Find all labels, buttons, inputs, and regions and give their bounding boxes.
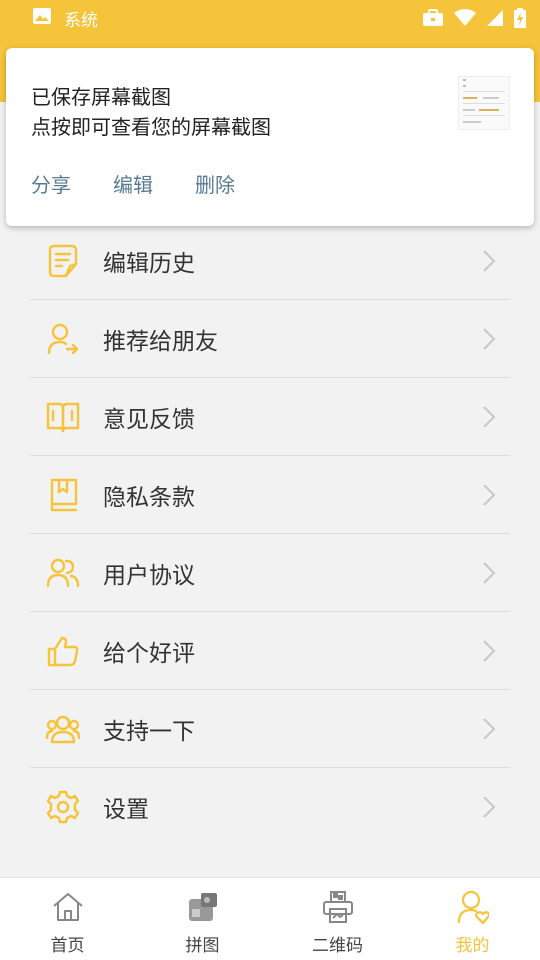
share-action[interactable]: 分享 <box>31 169 71 198</box>
nav-qrcode[interactable]: 二维码 <box>270 878 405 960</box>
menu-item-privacy[interactable]: 隐私条款 <box>30 456 510 534</box>
share-user-icon <box>46 322 80 356</box>
group-icon <box>46 712 80 746</box>
users-icon <box>46 556 80 590</box>
feedback-book-icon <box>46 400 80 434</box>
image-icon <box>32 7 52 30</box>
menu-item-label: 设置 <box>103 797 149 823</box>
menu-item-label: 意见反馈 <box>103 406 195 433</box>
battery-icon <box>514 8 526 28</box>
status-app-name: 系统 <box>64 10 98 31</box>
bookmark-book-icon <box>46 478 80 512</box>
notification-title: 已保存屏幕截图 <box>31 85 171 109</box>
menu-item-rate[interactable]: 给个好评 <box>30 612 510 690</box>
chevron-right-icon <box>483 483 496 506</box>
menu-item-label: 支持一下 <box>103 718 195 745</box>
nav-mine-label: 我的 <box>455 936 490 956</box>
qr-print-icon <box>321 890 355 924</box>
chevron-right-icon <box>483 796 496 818</box>
menu-item-settings[interactable]: 设置 <box>30 768 510 846</box>
menu-item-edit-history[interactable]: 编辑历史 <box>30 222 510 300</box>
nav-home[interactable]: 首页 <box>0 878 135 960</box>
user-heart-icon <box>456 890 490 924</box>
signal-icon <box>486 9 504 27</box>
thumbs-up-icon <box>46 634 80 668</box>
status-bar: 系统 <box>0 0 540 36</box>
chevron-right-icon <box>483 249 496 272</box>
menu-item-label: 编辑历史 <box>103 250 195 277</box>
menu-item-recommend[interactable]: 推荐给朋友 <box>30 300 510 378</box>
menu-item-label: 用户协议 <box>103 562 195 589</box>
edit-document-icon <box>46 244 80 278</box>
menu-item-label: 给个好评 <box>103 640 195 667</box>
nav-qrcode-label: 二维码 <box>312 936 363 956</box>
menu-item-label: 隐私条款 <box>103 484 195 511</box>
wifi-icon <box>454 9 476 27</box>
chevron-right-icon <box>483 561 496 584</box>
chevron-right-icon <box>483 639 496 662</box>
edit-action[interactable]: 编辑 <box>113 169 153 198</box>
nav-home-label: 首页 <box>50 936 85 956</box>
bottom-navigation: 首页 拼图 二维码 我的 <box>0 877 540 960</box>
menu-item-label: 推荐给朋友 <box>103 328 218 355</box>
status-icons <box>422 8 526 28</box>
screenshot-notification[interactable]: 已保存屏幕截图 点按即可查看您的屏幕截图 分享 编辑 删除 <box>6 48 534 226</box>
status-app: 系统 <box>32 6 98 31</box>
menu-item-user-agreement[interactable]: 用户协议 <box>30 534 510 612</box>
nav-puzzle[interactable]: 拼图 <box>135 878 270 960</box>
gear-icon <box>46 790 80 824</box>
home-icon <box>51 890 85 924</box>
menu-item-support[interactable]: 支持一下 <box>30 690 510 768</box>
briefcase-icon <box>422 9 444 27</box>
screenshot-thumbnail[interactable] <box>458 76 510 130</box>
menu-item-feedback[interactable]: 意见反馈 <box>30 378 510 456</box>
puzzle-icon <box>186 890 220 924</box>
notification-actions: 分享 编辑 删除 <box>31 169 235 198</box>
chevron-right-icon <box>483 717 496 740</box>
delete-action[interactable]: 删除 <box>195 169 235 198</box>
chevron-right-icon <box>483 405 496 428</box>
chevron-right-icon <box>483 327 496 350</box>
settings-menu: 编辑历史 推荐给朋友 意见反馈 隐私条款 用户协议 给个好评 支持一下 设置 <box>30 222 510 846</box>
nav-mine[interactable]: 我的 <box>405 878 540 960</box>
nav-puzzle-label: 拼图 <box>185 936 220 956</box>
notification-text: 点按即可查看您的屏幕截图 <box>31 115 271 139</box>
